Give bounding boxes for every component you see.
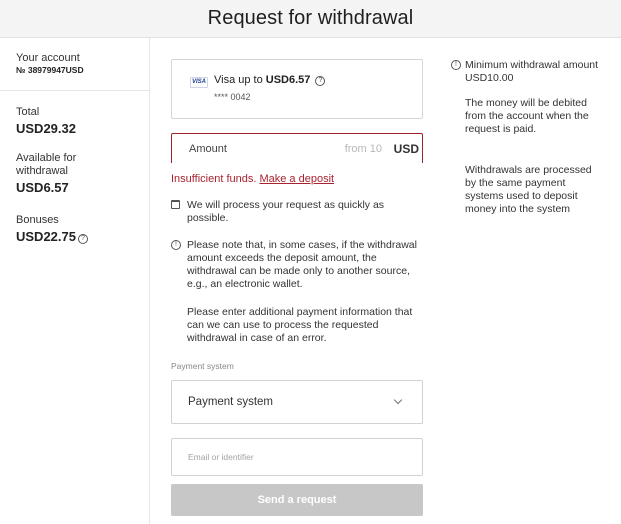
email-field[interactable] <box>171 438 423 476</box>
error-message: Insufficient funds. Make a deposit <box>171 173 334 185</box>
amount-min-hint: from 10 <box>344 143 382 155</box>
send-request-button[interactable]: Send a request <box>171 484 423 516</box>
stat-bonuses-label: Bonuses <box>16 214 59 226</box>
chevron-down-icon <box>393 395 403 405</box>
info-circle-icon: ! <box>171 240 181 250</box>
payment-system-select[interactable]: Payment system <box>171 380 423 424</box>
amount-currency: USD <box>393 142 419 156</box>
note-speed: We will process your request as quickly … <box>171 199 423 225</box>
note-warning: ! Please note that, in some cases, if th… <box>171 239 423 291</box>
stat-available-value: USD6.57 <box>16 180 69 195</box>
note-speed-text: We will process your request as quickly … <box>187 199 385 224</box>
amount-field[interactable]: Amount from 10 USD <box>171 133 423 163</box>
sidebar-divider <box>0 90 149 91</box>
visa-logo: VISA <box>190 77 208 88</box>
note-additional-text: Please enter additional payment informat… <box>187 306 413 344</box>
card-masked-number: **** 0042 <box>214 92 251 102</box>
info-circle-icon: ! <box>451 60 461 70</box>
stat-total-label: Total <box>16 106 40 118</box>
info-circle-icon[interactable]: ? <box>77 234 88 244</box>
account-sidebar: Your account № 38979947USD Total USD29.3… <box>0 38 150 524</box>
make-deposit-link[interactable]: Make a deposit <box>259 173 334 185</box>
stat-bonuses: Bonuses USD22.75? <box>16 214 88 244</box>
stat-bonuses-row: USD22.75? <box>16 229 88 244</box>
stat-available-label: Available for withdrawal <box>16 152 77 177</box>
card-title-prefix: Visa up to <box>214 74 266 86</box>
payment-card-option[interactable]: VISA Visa up to USD6.57 ? **** 0042 <box>171 59 423 119</box>
amount-label: Amount <box>189 143 227 155</box>
info-debit: The money will be debited from the accou… <box>451 97 601 136</box>
info-minimum-text: Minimum withdrawal amount USD10.00 <box>465 59 599 84</box>
page-header: Request for withdrawal <box>0 0 621 38</box>
info-processing: Withdrawals are processed by the same pa… <box>451 164 601 216</box>
account-label: Your account <box>16 52 80 64</box>
info-processing-text: Withdrawals are processed by the same pa… <box>465 164 592 215</box>
card-title-amount: USD6.57 <box>265 74 311 86</box>
page-title: Request for withdrawal <box>207 7 414 29</box>
stat-available: Available for withdrawal USD6.57 <box>16 152 126 195</box>
payment-system-value: Payment system <box>188 396 273 408</box>
note-additional: Please enter additional payment informat… <box>171 306 423 345</box>
stat-bonuses-value: USD22.75 <box>16 229 76 244</box>
stat-total: Total USD29.32 <box>16 106 76 136</box>
account-info: Your account № 38979947USD <box>16 52 84 75</box>
info-minimum: ! Minimum withdrawal amount USD10.00 <box>451 59 601 85</box>
error-text: Insufficient funds. <box>171 173 257 185</box>
info-circle-icon[interactable]: ? <box>315 76 326 86</box>
payment-system-label: Payment system <box>171 361 234 371</box>
note-warning-text: Please note that, in some cases, if the … <box>187 239 417 290</box>
info-debit-text: The money will be debited from the accou… <box>465 97 589 135</box>
card-title: Visa up to USD6.57 ? <box>214 74 326 86</box>
stat-total-value: USD29.32 <box>16 121 76 136</box>
account-number: № 38979947USD <box>16 65 84 75</box>
calendar-icon <box>171 200 180 209</box>
